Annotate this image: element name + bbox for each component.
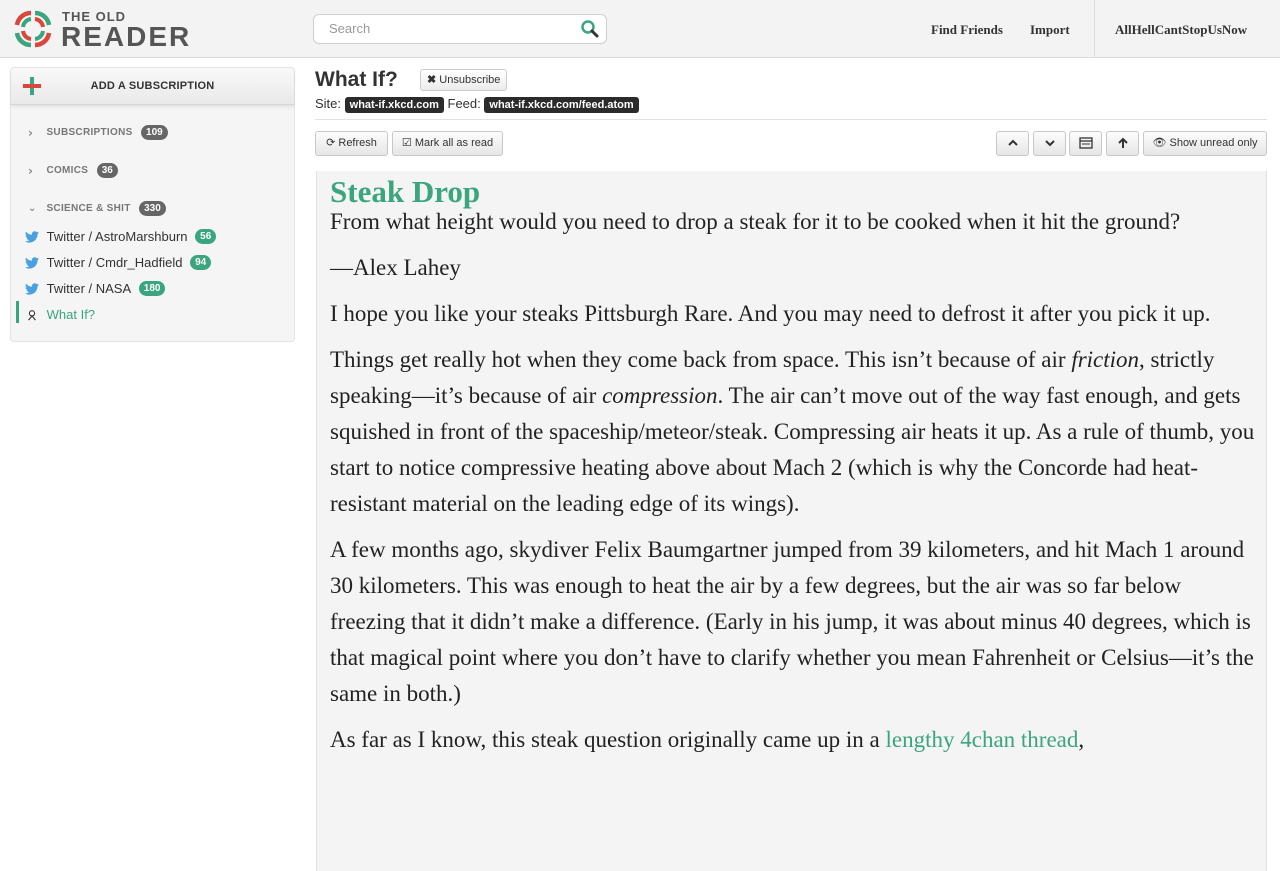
xkcd-icon bbox=[28, 309, 36, 321]
twitter-icon bbox=[25, 282, 39, 295]
article-paragraph: From what height would you need to drop … bbox=[330, 209, 1181, 234]
sidebar-item-cmdr-hadfield[interactable]: Twitter / Cmdr_Hadfield 94 bbox=[25, 254, 212, 272]
feed-label: Twitter / NASA bbox=[46, 281, 132, 297]
chevron-down-icon bbox=[1044, 140, 1055, 147]
show-unread-toggle[interactable]: 👁 Show unread only bbox=[1143, 131, 1267, 156]
next-item-button[interactable] bbox=[1033, 131, 1066, 156]
mark-all-read-button[interactable]: ☑ Mark all as read bbox=[392, 131, 503, 156]
unread-count-badge: 180 bbox=[138, 281, 166, 297]
site-url-link[interactable]: what-if.xkcd.com bbox=[344, 97, 444, 113]
user-menu[interactable]: AllHellCantStopUsNow bbox=[1115, 22, 1247, 38]
logo-text-big: READER bbox=[61, 21, 192, 52]
folder-name: SUBSCRIPTIONS bbox=[46, 127, 133, 139]
previous-item-button[interactable] bbox=[996, 131, 1029, 156]
arrow-up-icon bbox=[1117, 137, 1128, 149]
site-label: Site: bbox=[315, 96, 342, 111]
text: As far as I know, this steak question or… bbox=[330, 727, 886, 752]
view-mode-button[interactable] bbox=[1069, 131, 1102, 156]
article-paragraph: Things get really hot when they come bac… bbox=[330, 342, 1260, 522]
list-view-icon bbox=[1078, 137, 1093, 149]
sidebar-item-astromarshburn[interactable]: Twitter / AstroMarshburn 56 bbox=[25, 228, 217, 246]
unread-count-badge: 36 bbox=[96, 163, 118, 179]
feed-label: Twitter / Cmdr_Hadfield bbox=[46, 255, 183, 271]
article-paragraph: A few months ago, skydiver Felix Baumgar… bbox=[330, 537, 1254, 706]
folder-name: SCIENCE & SHIT bbox=[46, 203, 131, 215]
folder-comics[interactable]: › COMICS 36 bbox=[28, 162, 118, 180]
logo-icon bbox=[14, 10, 52, 48]
active-indicator bbox=[16, 301, 19, 323]
thread-link[interactable]: lengthy 4chan thread bbox=[886, 727, 1079, 752]
checkbox-icon: ☑ bbox=[401, 137, 412, 149]
find-friends-link[interactable]: Find Friends bbox=[931, 22, 1003, 38]
article-body: From what height would you need to drop … bbox=[330, 204, 1260, 768]
article-paragraph: As far as I know, this steak question or… bbox=[330, 722, 1260, 758]
folder-name: COMICS bbox=[46, 165, 89, 177]
sidebar: ADD A SUBSCRIPTION › SUBSCRIPTIONS 109 ›… bbox=[10, 67, 295, 342]
folder-science[interactable]: ⌄ SCIENCE & SHIT 330 bbox=[28, 200, 166, 218]
article-paragraph: I hope you like your steaks Pittsburgh R… bbox=[330, 301, 1211, 326]
unread-count-badge: 94 bbox=[190, 255, 212, 271]
emphasis: compression bbox=[602, 383, 718, 408]
refresh-label: Refresh bbox=[338, 137, 377, 149]
search-icon[interactable] bbox=[580, 19, 600, 39]
show-unread-label: Show unread only bbox=[1169, 137, 1258, 149]
feed-label: Feed: bbox=[447, 96, 481, 111]
unread-count-badge: 109 bbox=[141, 125, 168, 141]
add-subscription-label: ADD A SUBSCRIPTION bbox=[90, 80, 215, 92]
emphasis: friction bbox=[1071, 347, 1140, 372]
refresh-icon: ⟳ bbox=[326, 137, 336, 149]
page-title: What If? bbox=[315, 68, 398, 91]
eye-icon: 👁 bbox=[1152, 137, 1167, 149]
feed-label: Twitter / AstroMarshburn bbox=[46, 229, 188, 245]
close-icon: ✖ bbox=[427, 74, 437, 86]
chevron-right-icon[interactable]: › bbox=[28, 164, 38, 178]
twitter-icon bbox=[25, 256, 39, 269]
search-input[interactable] bbox=[329, 21, 569, 36]
chevron-right-icon[interactable]: › bbox=[28, 126, 38, 140]
top-bar: THE OLD READER Find Friends Import AllHe… bbox=[0, 0, 1280, 58]
folder-subscriptions[interactable]: › SUBSCRIPTIONS 109 bbox=[28, 124, 168, 142]
add-subscription-button[interactable]: ADD A SUBSCRIPTION bbox=[11, 68, 294, 105]
chevron-up-icon bbox=[1007, 139, 1018, 146]
unread-count-badge: 56 bbox=[195, 229, 217, 245]
unsubscribe-button[interactable]: ✖ Unsubscribe bbox=[420, 69, 508, 91]
feed-url-link[interactable]: what-if.xkcd.com/feed.atom bbox=[484, 97, 639, 113]
search-box[interactable] bbox=[313, 14, 607, 44]
refresh-button[interactable]: ⟳ Refresh bbox=[315, 131, 388, 156]
text: Things get really hot when they come bac… bbox=[330, 347, 1072, 372]
sidebar-item-what-if[interactable]: What If? bbox=[25, 306, 95, 324]
import-link[interactable]: Import bbox=[1030, 22, 1070, 38]
unsubscribe-label: Unsubscribe bbox=[439, 74, 501, 86]
twitter-icon bbox=[25, 230, 39, 243]
chevron-down-icon[interactable]: ⌄ bbox=[28, 203, 38, 214]
article-paragraph: —Alex Lahey bbox=[330, 255, 461, 280]
feed-label: What If? bbox=[46, 307, 96, 323]
app-logo[interactable]: THE OLD READER bbox=[13, 9, 203, 52]
feed-meta: Site: what-if.xkcd.com Feed: what-if.xkc… bbox=[315, 96, 639, 113]
scroll-top-button[interactable] bbox=[1106, 131, 1139, 156]
text: , bbox=[1078, 727, 1085, 752]
divider bbox=[315, 119, 1267, 120]
unread-count-badge: 330 bbox=[139, 201, 166, 217]
sidebar-item-nasa[interactable]: Twitter / NASA 180 bbox=[25, 280, 166, 298]
mark-all-read-label: Mark all as read bbox=[414, 137, 494, 149]
topbar-divider bbox=[1094, 0, 1095, 58]
article: Steak Drop From what height would you ne… bbox=[316, 171, 1267, 871]
